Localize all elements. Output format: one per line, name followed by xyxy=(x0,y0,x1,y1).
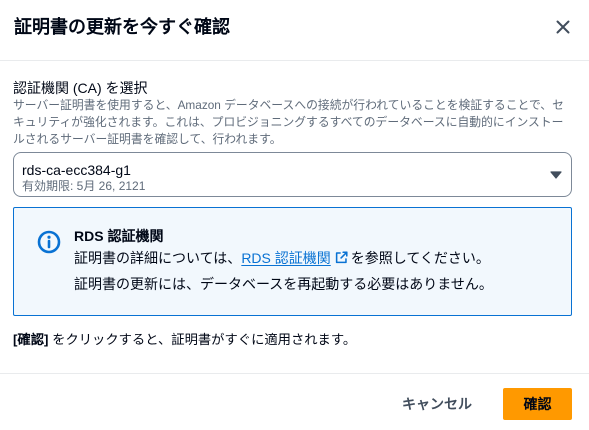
ca-select[interactable]: rds-ca-ecc384-g1 有効期限: 5月 26, 2121 xyxy=(13,152,572,197)
ca-field-label: 認証機関 (CA) を選択 xyxy=(13,80,148,96)
certificate-update-modal: 証明書の更新を今すぐ確認 認証機関 (CA) を選択 サーバー証明書を使用すると… xyxy=(0,0,589,430)
modal-footer: キャンセル 確認 xyxy=(0,373,589,430)
close-icon xyxy=(555,19,571,35)
modal-header: 証明書の更新を今すぐ確認 xyxy=(0,0,589,61)
info-alert: RDS 認証機関 証明書の詳細については、RDS 認証機関 を参照してください。 … xyxy=(13,207,572,316)
close-button[interactable] xyxy=(551,15,575,39)
info-icon xyxy=(37,230,61,254)
alert-details-prefix: 証明書の詳細については、 xyxy=(74,250,242,266)
rds-ca-link[interactable]: RDS 認証機関 xyxy=(241,250,350,266)
alert-restart-note: 証明書の更新には、データベースを再起動する必要はありません。 xyxy=(74,276,493,292)
confirm-note-text: をクリックすると、証明書がすぐに適用されます。 xyxy=(48,332,357,347)
alert-details-suffix: を参照してください。 xyxy=(350,250,490,266)
ca-select-expiry: 有効期限: 5月 26, 2121 xyxy=(22,179,146,193)
ca-field-description: サーバー証明書を使用すると、Amazon データベースへの接続が行われていること… xyxy=(13,98,564,146)
ca-select-value: rds-ca-ecc384-g1 xyxy=(22,162,131,178)
alert-title: RDS 認証機関 xyxy=(74,228,164,244)
alert-content: RDS 認証機関 証明書の詳細については、RDS 認証機関 を参照してください。 … xyxy=(74,226,555,294)
confirm-note-emphasis: [確認] xyxy=(13,332,49,347)
confirm-note: [確認] をクリックすると、証明書がすぐに適用されます。 xyxy=(13,330,572,350)
cancel-button[interactable]: キャンセル xyxy=(381,388,493,420)
rds-ca-link-text: RDS 認証機関 xyxy=(241,250,331,266)
caret-down-icon xyxy=(550,171,562,179)
modal-body: 認証機関 (CA) を選択 サーバー証明書を使用すると、Amazon データベー… xyxy=(13,61,572,350)
external-link-icon xyxy=(335,251,348,264)
alert-details-line: 証明書の詳細については、RDS 認証機関 を参照してください。 xyxy=(74,248,555,268)
confirm-button[interactable]: 確認 xyxy=(503,388,572,420)
modal-title: 証明書の更新を今すぐ確認 xyxy=(14,17,230,37)
